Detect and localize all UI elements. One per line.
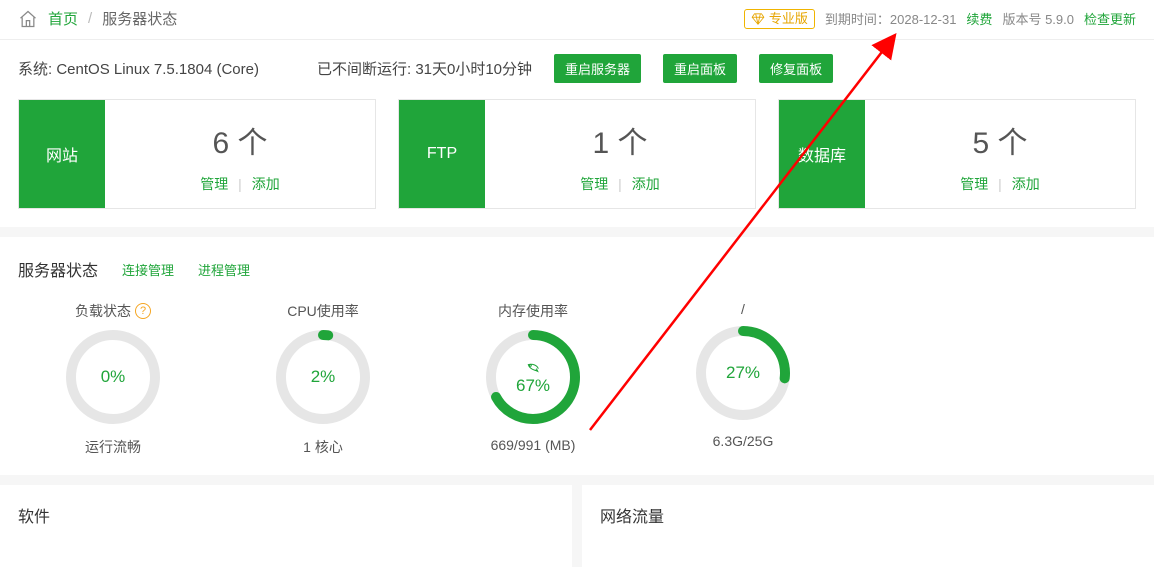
ring-mem: 67% bbox=[483, 327, 583, 427]
metric-disk-pct: 27% bbox=[726, 363, 760, 383]
restart-panel-button[interactable]: 重启面板 bbox=[663, 54, 737, 83]
crumb-sep: / bbox=[88, 10, 92, 27]
server-status-section-bar: 服务器状态 连接管理 进程管理 bbox=[0, 227, 1154, 295]
card-count-database: 5 个 bbox=[972, 118, 1027, 162]
metric-mem-sub: 669/991 (MB) bbox=[491, 437, 576, 453]
metric-circles: 负载状态 ? 0% 运行流畅 CPU使用率 2% 1 核心 内存使用率 bbox=[0, 295, 1154, 475]
pro-label: 专业版 bbox=[769, 10, 808, 28]
rocket-icon[interactable] bbox=[525, 358, 541, 374]
metric-mem-pct: 67% bbox=[516, 376, 550, 396]
metric-cpu-sub: 1 核心 bbox=[303, 437, 343, 457]
card-website: 网站 6 个 管理 | 添加 bbox=[18, 99, 376, 209]
metric-load-title: 负载状态 bbox=[75, 301, 131, 321]
breadcrumb: 首页 / 服务器状态 bbox=[18, 8, 177, 29]
diamond-icon bbox=[751, 12, 765, 26]
conn-manage-link[interactable]: 连接管理 bbox=[122, 260, 174, 279]
card-count-website: 6 个 bbox=[212, 118, 267, 162]
system-row: 系统: CentOS Linux 7.5.1804 (Core) 已不间断运行:… bbox=[0, 40, 1154, 99]
check-update-link[interactable]: 检查更新 bbox=[1084, 9, 1136, 28]
metric-load-sub: 运行流畅 bbox=[85, 437, 141, 457]
pro-badge[interactable]: 专业版 bbox=[744, 9, 815, 29]
home-icon[interactable] bbox=[18, 9, 38, 29]
card-add-website[interactable]: 添加 bbox=[252, 176, 280, 192]
card-side-database: 数据库 bbox=[779, 100, 865, 208]
software-panel-title: 软件 bbox=[0, 485, 572, 567]
bottom-row: 软件 网络流量 bbox=[0, 475, 1154, 567]
proc-manage-link[interactable]: 进程管理 bbox=[198, 260, 250, 279]
card-add-ftp[interactable]: 添加 bbox=[632, 176, 660, 192]
metric-cpu-title: CPU使用率 bbox=[287, 301, 359, 321]
restart-server-button[interactable]: 重启服务器 bbox=[554, 54, 641, 83]
card-side-website: 网站 bbox=[19, 100, 105, 208]
crumb-page: 服务器状态 bbox=[102, 8, 177, 29]
help-icon[interactable]: ? bbox=[135, 303, 151, 319]
server-status-title: 服务器状态 bbox=[18, 257, 98, 281]
card-side-ftp: FTP bbox=[399, 100, 485, 208]
metric-mem: 内存使用率 67% 669/991 (MB) bbox=[438, 301, 628, 457]
expire-label: 到期时间：2028-12-31 bbox=[825, 9, 957, 28]
metric-load: 负载状态 ? 0% 运行流畅 bbox=[18, 301, 208, 457]
card-count-ftp: 1 个 bbox=[592, 118, 647, 162]
metric-disk-sub: 6.3G/25G bbox=[713, 433, 774, 449]
card-manage-ftp[interactable]: 管理 bbox=[580, 176, 608, 192]
metric-load-pct: 0% bbox=[101, 367, 126, 387]
version-label: 版本号 5.9.0 bbox=[1002, 9, 1074, 28]
metric-disk: / 27% 6.3G/25G bbox=[648, 301, 838, 457]
stat-cards: 网站 6 个 管理 | 添加 FTP 1 个 管理 | 添加 数据库 5 个 管… bbox=[0, 99, 1154, 227]
traffic-panel-title: 网络流量 bbox=[572, 485, 1154, 567]
crumb-home[interactable]: 首页 bbox=[48, 8, 78, 29]
uptime-label: 已不间断运行: 31天0小时10分钟 bbox=[317, 58, 532, 79]
metric-disk-title: / bbox=[741, 301, 745, 317]
metric-mem-title: 内存使用率 bbox=[498, 301, 568, 321]
card-database: 数据库 5 个 管理 | 添加 bbox=[778, 99, 1136, 209]
renew-link[interactable]: 续费 bbox=[966, 9, 992, 28]
metric-cpu-pct: 2% bbox=[311, 367, 336, 387]
card-ftp: FTP 1 个 管理 | 添加 bbox=[398, 99, 756, 209]
top-right: 专业版 到期时间：2028-12-31 续费 版本号 5.9.0 检查更新 bbox=[744, 9, 1136, 29]
metric-cpu: CPU使用率 2% 1 核心 bbox=[228, 301, 418, 457]
ring-cpu: 2% bbox=[273, 327, 373, 427]
ring-disk: 27% bbox=[693, 323, 793, 423]
card-manage-database[interactable]: 管理 bbox=[960, 176, 988, 192]
ring-load: 0% bbox=[63, 327, 163, 427]
top-bar: 首页 / 服务器状态 专业版 到期时间：2028-12-31 续费 版本号 5.… bbox=[0, 0, 1154, 40]
repair-panel-button[interactable]: 修复面板 bbox=[759, 54, 833, 83]
os-label: 系统: CentOS Linux 7.5.1804 (Core) bbox=[18, 58, 259, 79]
card-manage-website[interactable]: 管理 bbox=[200, 176, 228, 192]
card-add-database[interactable]: 添加 bbox=[1012, 176, 1040, 192]
